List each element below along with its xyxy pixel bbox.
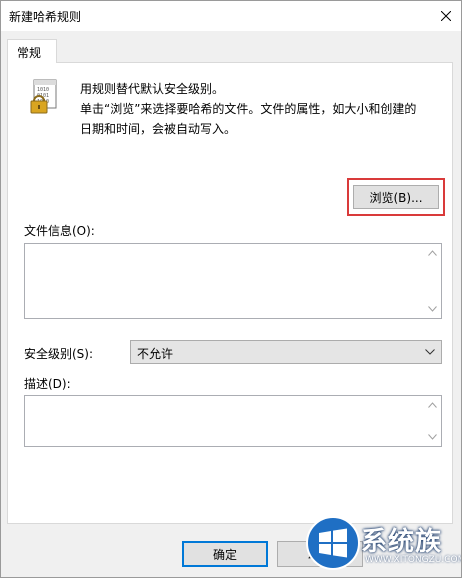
ok-button[interactable]: 确定: [182, 541, 268, 567]
new-hash-rule-dialog: 新建哈希规则 常规 1010 0101 1010 用规则替代默认安全级别。 单击…: [0, 0, 462, 578]
security-level-select[interactable]: 不允许: [130, 340, 442, 364]
file-info-textarea[interactable]: [24, 243, 442, 319]
locked-binary-document-icon: 1010 0101 1010: [30, 79, 57, 114]
tab-general[interactable]: 常规: [7, 39, 57, 63]
title-bar: 新建哈希规则: [1, 1, 461, 31]
watermark-text: 系统族: [361, 527, 443, 557]
file-info-label: 文件信息(O):: [24, 224, 95, 238]
rule-instruction-text: 单击“浏览”来选择要哈希的文件。文件的属性，如大小和创建的日期和时间，会被自动写…: [80, 102, 417, 136]
rule-summary-text: 用规则替代默认安全级别。: [80, 82, 225, 96]
scroll-up-icon[interactable]: [428, 402, 437, 408]
watermark-url: WWW.XITONGZU.COM: [365, 555, 462, 565]
description-label: 描述(D):: [24, 377, 71, 391]
scroll-down-icon[interactable]: [428, 434, 437, 440]
security-level-label: 安全级别(S):: [24, 347, 94, 361]
file-info-scrollbar[interactable]: [424, 244, 441, 318]
scroll-up-icon[interactable]: [428, 250, 437, 256]
cancel-button[interactable]: 取消: [277, 541, 363, 567]
scroll-down-icon[interactable]: [428, 306, 437, 312]
chevron-down-icon: [425, 349, 435, 355]
tab-general-label: 常规: [17, 46, 42, 60]
tab-strip: 常规: [1, 31, 461, 63]
window-title: 新建哈希规则: [9, 10, 82, 24]
close-button[interactable]: [431, 1, 461, 31]
general-panel: 1010 0101 1010 用规则替代默认安全级别。 单击“浏览”来选择要哈希…: [7, 62, 453, 524]
description-textarea[interactable]: [24, 395, 442, 447]
browse-button[interactable]: 浏览(B)...: [353, 185, 439, 209]
description-scrollbar[interactable]: [424, 396, 441, 446]
close-icon: [441, 11, 451, 21]
security-level-value: 不允许: [137, 347, 174, 361]
